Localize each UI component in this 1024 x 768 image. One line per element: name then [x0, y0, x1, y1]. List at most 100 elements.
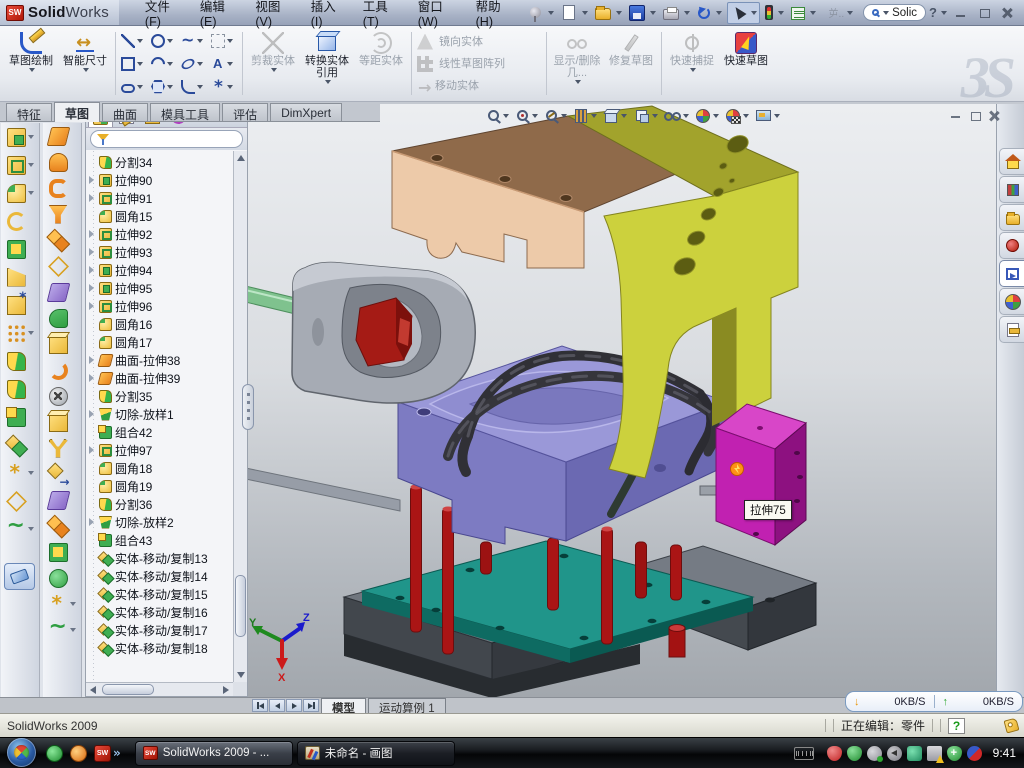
toolbar-button[interactable] — [43, 149, 81, 175]
minimize-button[interactable] — [953, 5, 970, 20]
tree-item[interactable]: 拉伸92 — [86, 225, 233, 243]
tree-item[interactable]: 组合43 — [86, 531, 233, 549]
toolbar-button[interactable] — [43, 279, 81, 305]
tree-item[interactable]: 拉伸90 — [86, 171, 233, 189]
chevron-down-icon[interactable] — [227, 39, 233, 43]
tree-item[interactable]: 圆角19 — [86, 477, 233, 495]
help-dropdown-icon[interactable] — [941, 11, 947, 15]
restore-button[interactable] — [976, 5, 993, 20]
task-button[interactable]: 未命名 - 画图 — [297, 741, 455, 766]
chevron-down-icon[interactable] — [591, 114, 597, 118]
expand-arrow-icon[interactable] — [88, 176, 96, 184]
chevron-down-icon[interactable] — [683, 114, 689, 118]
repair-sketch-button[interactable]: 修复草图 — [604, 28, 658, 99]
toolbar-button[interactable] — [43, 565, 81, 591]
toolbar-button[interactable] — [43, 123, 81, 149]
task-pane-button[interactable] — [999, 232, 1024, 259]
sketch-entity-button[interactable] — [209, 75, 239, 98]
tray-icon[interactable] — [947, 746, 962, 761]
chevron-down-icon[interactable] — [575, 80, 581, 84]
quick-launch-icon[interactable]: SW — [94, 745, 111, 762]
help-button[interactable]: ? — [926, 5, 940, 20]
rapid-sketch-button[interactable]: 快速草图 — [719, 28, 773, 99]
doc-restore-button[interactable] — [967, 108, 982, 121]
view-tool-button[interactable] — [695, 108, 719, 124]
first-tab-button[interactable] — [252, 699, 268, 712]
chevron-down-icon[interactable] — [561, 114, 567, 118]
chevron-down-icon[interactable] — [167, 39, 173, 43]
toolbar-button[interactable] — [1, 319, 39, 347]
chevron-down-icon[interactable] — [227, 85, 233, 89]
toolbar-button[interactable] — [1, 235, 39, 263]
start-button[interactable] — [7, 738, 36, 767]
convert-entities-button[interactable]: 转换实体引用 — [300, 28, 354, 99]
scrollbar-thumb[interactable] — [102, 684, 154, 695]
toolbar-button[interactable] — [43, 201, 81, 227]
quick-launch-more-button[interactable]: » — [113, 746, 121, 760]
toolbar-button[interactable] — [789, 4, 818, 22]
taskbar-clock[interactable]: 9:41 — [993, 746, 1016, 760]
tray-icon[interactable] — [887, 746, 902, 761]
tree-item[interactable]: 拉伸95 — [86, 279, 233, 297]
tree-item[interactable]: 圆角15 — [86, 207, 233, 225]
doc-minimize-button[interactable] — [948, 108, 963, 121]
tree-item[interactable]: 分割36 — [86, 495, 233, 513]
toolbar-button[interactable] — [43, 435, 81, 461]
toolbar-button[interactable] — [1, 403, 39, 431]
chevron-down-icon[interactable] — [28, 163, 34, 167]
toolbar-button[interactable] — [1, 487, 39, 515]
graphics-viewport[interactable]: Y Z X — [248, 104, 996, 697]
toolbar-button[interactable] — [1, 515, 39, 543]
prev-tab-button[interactable] — [269, 699, 285, 712]
toolbar-button[interactable] — [43, 409, 81, 435]
chevron-down-icon[interactable] — [616, 11, 622, 15]
toolbar-button[interactable] — [1, 263, 39, 291]
sketch-entity-button[interactable] — [179, 29, 209, 52]
command-tab[interactable]: 曲面 — [102, 103, 148, 121]
view-tool-button[interactable] — [664, 107, 689, 124]
chevron-down-icon[interactable] — [532, 114, 538, 118]
tree-item[interactable]: 拉伸93 — [86, 243, 233, 261]
view-tool-button[interactable] — [544, 108, 567, 123]
chevron-down-icon[interactable] — [137, 62, 143, 66]
view-tool-button[interactable] — [725, 108, 749, 124]
chevron-down-icon[interactable] — [28, 331, 34, 335]
expand-arrow-icon[interactable] — [88, 248, 96, 256]
task-pane-button[interactable] — [999, 204, 1024, 231]
toolbar-button[interactable] — [593, 3, 624, 22]
chevron-down-icon[interactable] — [743, 114, 749, 118]
keyboard-layout-icon[interactable] — [794, 747, 814, 760]
panel-splitter-handle[interactable] — [242, 384, 254, 430]
mirror-entities-button[interactable]: 镜向实体 — [415, 32, 543, 52]
sketch-entity-button[interactable] — [179, 75, 209, 98]
chevron-down-icon[interactable] — [716, 11, 722, 15]
tray-icon[interactable] — [907, 746, 922, 761]
toolbar-button[interactable] — [1, 291, 39, 319]
view-tool-button[interactable] — [486, 108, 509, 123]
view-tool-button[interactable] — [755, 107, 780, 124]
last-tab-button[interactable] — [303, 699, 319, 712]
command-tab[interactable]: DimXpert — [270, 103, 342, 121]
chevron-down-icon[interactable] — [28, 191, 34, 195]
menu-item[interactable]: 插入(I) — [299, 0, 349, 32]
toolbar-button[interactable]: 屰.. — [821, 3, 856, 23]
sketch-entity-button[interactable] — [119, 52, 149, 75]
scrollbar-thumb[interactable] — [235, 575, 246, 637]
chevron-down-icon[interactable] — [83, 68, 89, 72]
chevron-down-icon[interactable] — [167, 85, 173, 89]
task-pane-button[interactable] — [999, 176, 1024, 203]
task-pane-button[interactable] — [999, 288, 1024, 315]
menu-item[interactable]: 视图(V) — [243, 0, 296, 32]
command-tab[interactable]: 模具工具 — [150, 103, 220, 121]
chevron-down-icon[interactable] — [713, 114, 719, 118]
toolbar-button[interactable] — [1, 151, 39, 179]
tree-item[interactable]: 拉伸96 — [86, 297, 233, 315]
tag-icon[interactable] — [1004, 718, 1020, 734]
expand-arrow-icon[interactable] — [88, 374, 96, 382]
toolbar-button[interactable] — [43, 383, 81, 409]
view-tool-button[interactable] — [515, 108, 538, 123]
toolbar-button[interactable] — [763, 3, 786, 22]
search-input[interactable]: Solic — [863, 4, 926, 21]
scroll-up-icon[interactable] — [237, 155, 245, 161]
chevron-down-icon[interactable] — [70, 602, 76, 606]
